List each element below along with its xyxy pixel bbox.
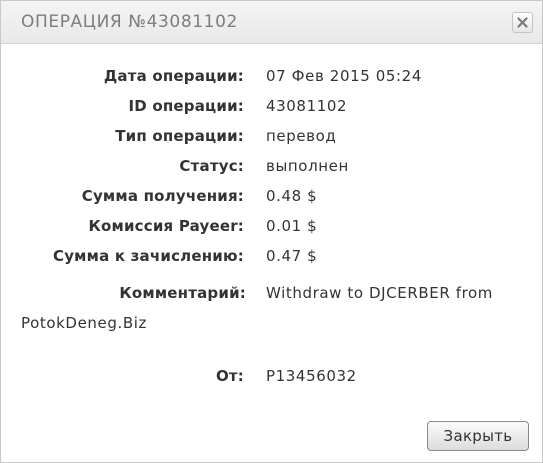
status-value: выполнен bbox=[266, 157, 349, 175]
close-button[interactable] bbox=[512, 12, 533, 33]
type-label: Тип операции: bbox=[115, 127, 244, 145]
received-amount-label: Сумма получения: bbox=[81, 187, 244, 205]
from-value: P13456032 bbox=[266, 367, 357, 385]
date-label: Дата операции: bbox=[103, 67, 244, 85]
id-value: 43081102 bbox=[266, 97, 348, 115]
credited-amount-label: Сумма к зачислению: bbox=[52, 247, 244, 265]
from-label: От: bbox=[215, 367, 244, 385]
received-amount-value: 0.48 $ bbox=[266, 187, 318, 205]
fee-value: 0.01 $ bbox=[266, 217, 318, 235]
status-label: Статус: bbox=[179, 157, 244, 175]
date-value: 07 Фев 2015 05:24 bbox=[266, 67, 422, 85]
close-dialog-button[interactable]: Закрыть bbox=[427, 421, 529, 451]
type-value: перевод bbox=[266, 127, 337, 145]
operation-dialog: ОПЕРАЦИЯ №43081102 Дата операции: 07 Фев… bbox=[0, 0, 543, 463]
close-icon bbox=[517, 17, 528, 28]
id-label: ID операции: bbox=[128, 97, 244, 115]
comment-label: Комментарий: bbox=[119, 284, 246, 302]
dialog-title: ОПЕРАЦИЯ №43081102 bbox=[21, 12, 238, 32]
fee-label: Комиссия Payeer: bbox=[88, 217, 244, 235]
comment-row: Комментарий: Withdraw to DJCERBER from Po… bbox=[21, 278, 516, 338]
credited-amount-value: 0.47 $ bbox=[266, 247, 318, 265]
dialog-titlebar: ОПЕРАЦИЯ №43081102 bbox=[1, 1, 542, 44]
